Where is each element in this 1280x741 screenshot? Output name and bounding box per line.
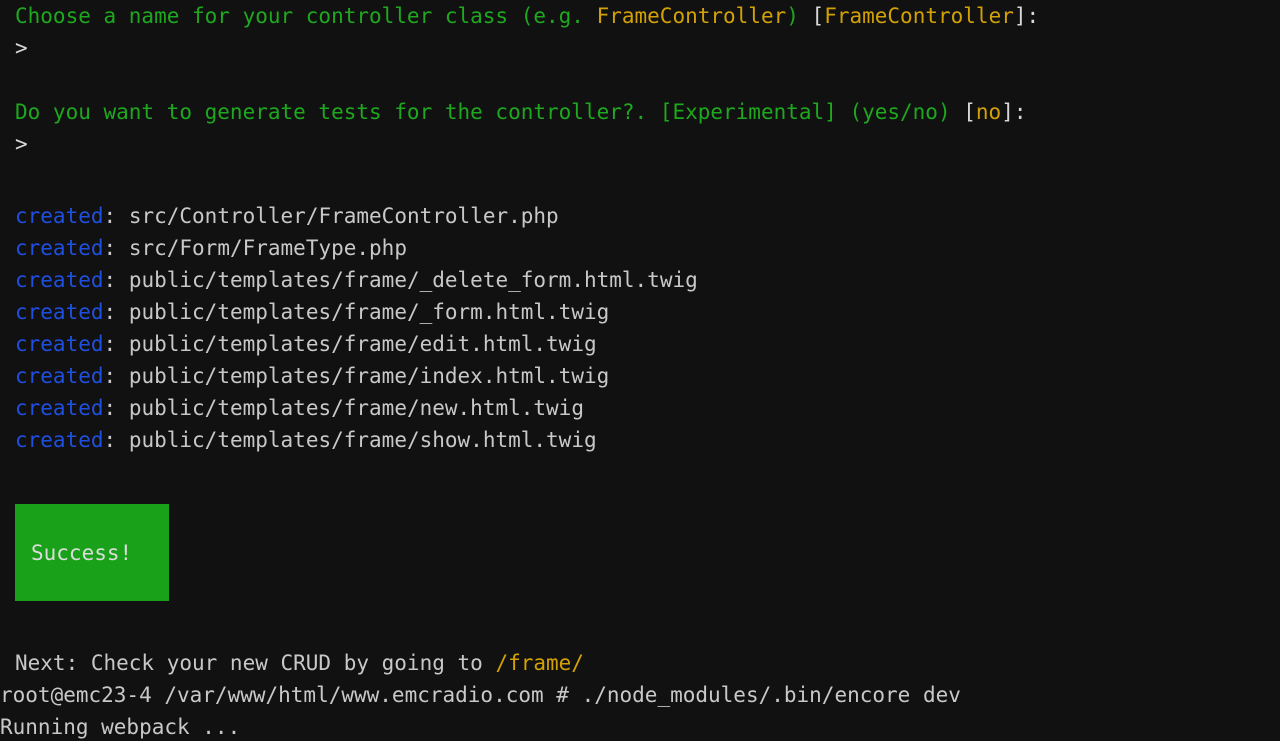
shell-command: ./node_modules/.bin/encore dev bbox=[581, 683, 961, 707]
next-step-line: Next: Check your new CRUD by going to /f… bbox=[0, 647, 1280, 679]
prompt-example-value: FrameController bbox=[596, 4, 787, 28]
prompt-bracket-open-2: [ bbox=[950, 100, 976, 124]
created-label: created bbox=[15, 428, 104, 452]
prompt-bracket-close: ]: bbox=[1013, 4, 1040, 28]
created-file-path: public/templates/frame/_form.html.twig bbox=[128, 300, 610, 324]
blank-spacer-2 bbox=[0, 456, 1280, 472]
input-caret-marker-2: > bbox=[15, 132, 28, 156]
prompt-bracket-close-2: ]: bbox=[1001, 100, 1027, 124]
created-label: created bbox=[15, 364, 104, 388]
prompt-default-value: FrameController bbox=[824, 4, 1014, 28]
created-file-row: created: public/templates/frame/edit.htm… bbox=[0, 328, 1280, 360]
created-separator: : bbox=[103, 236, 129, 260]
prompt-line-generate-tests: Do you want to generate tests for the co… bbox=[0, 96, 1280, 128]
created-file-row: created: public/templates/frame/_form.ht… bbox=[0, 296, 1280, 328]
created-file-row: created: public/templates/frame/_delete_… bbox=[0, 264, 1280, 296]
shell-prompt-line[interactable]: root@emc23-4 /var/www/html/www.emcradio.… bbox=[0, 679, 1280, 711]
created-separator: : bbox=[103, 428, 129, 452]
prompt-paren-close: ) bbox=[786, 4, 799, 28]
created-file-path: public/templates/frame/new.html.twig bbox=[128, 396, 584, 420]
success-banner-label: Success! bbox=[31, 540, 133, 565]
created-file-path: public/templates/frame/_delete_form.html… bbox=[128, 268, 698, 292]
created-separator: : bbox=[103, 364, 129, 388]
input-caret-marker: > bbox=[15, 36, 28, 60]
created-separator: : bbox=[103, 332, 129, 356]
prompt-question-text: Choose a name for your controller class … bbox=[15, 4, 597, 28]
created-file-path: public/templates/frame/edit.html.twig bbox=[128, 332, 597, 356]
created-label: created bbox=[15, 204, 104, 228]
created-file-path: src/Form/FrameType.php bbox=[128, 236, 407, 260]
created-file-row: created: src/Form/FrameType.php bbox=[0, 232, 1280, 264]
shell-output-line: Running webpack ... bbox=[0, 711, 1280, 741]
input-line-controller-name[interactable]: > bbox=[0, 32, 1280, 64]
created-file-path: public/templates/frame/show.html.twig bbox=[128, 428, 597, 452]
created-separator: : bbox=[103, 300, 129, 324]
created-file-row: created: public/templates/frame/show.htm… bbox=[0, 424, 1280, 456]
created-file-path: public/templates/frame/index.html.twig bbox=[128, 364, 610, 388]
next-step-url: /frame/ bbox=[495, 651, 584, 675]
shell-prompt: root@emc23-4 /var/www/html/www.emcradio.… bbox=[0, 683, 582, 707]
created-file-row: created: src/Controller/FrameController.… bbox=[0, 200, 1280, 232]
input-line-generate-tests[interactable]: > bbox=[0, 128, 1280, 160]
created-file-row: created: public/templates/frame/new.html… bbox=[0, 392, 1280, 424]
created-separator: : bbox=[103, 268, 129, 292]
created-file-path: src/Controller/FrameController.php bbox=[128, 204, 559, 228]
prompt-line-controller-name: Choose a name for your controller class … bbox=[0, 0, 1280, 32]
shell-output-text: Running webpack ... bbox=[0, 715, 241, 739]
blank-spacer-3 bbox=[0, 601, 1280, 615]
prompt-question-text-2: Do you want to generate tests for the co… bbox=[15, 100, 951, 124]
created-label: created bbox=[15, 236, 104, 260]
created-label: created bbox=[15, 332, 104, 356]
created-file-row: created: public/templates/frame/index.ht… bbox=[0, 360, 1280, 392]
terminal-window[interactable]: Choose a name for your controller class … bbox=[0, 0, 1280, 741]
next-step-prefix: Next: Check your new CRUD by going to bbox=[15, 651, 496, 675]
prompt-bracket-open: [ bbox=[798, 4, 825, 28]
created-label: created bbox=[15, 300, 104, 324]
created-label: created bbox=[15, 268, 104, 292]
created-separator: : bbox=[103, 204, 129, 228]
prompt-default-value-2: no bbox=[975, 100, 1002, 124]
blank-spacer-1 bbox=[0, 192, 1280, 200]
created-separator: : bbox=[103, 396, 129, 420]
success-banner: Success! bbox=[15, 504, 169, 601]
created-label: created bbox=[15, 396, 104, 420]
